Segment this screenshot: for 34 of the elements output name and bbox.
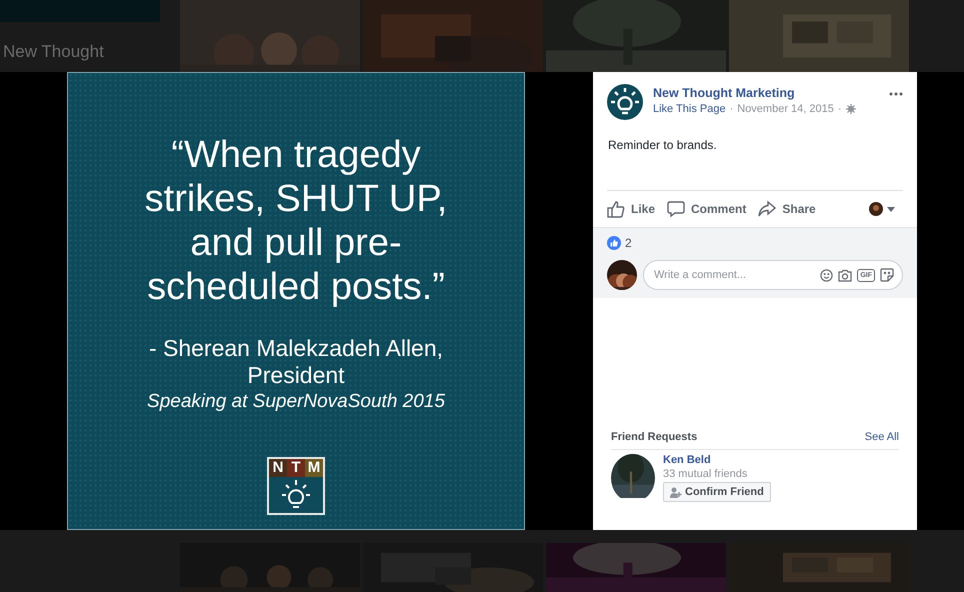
lightbulb-icon <box>279 479 313 511</box>
share-button[interactable]: Share <box>758 200 816 218</box>
like-reaction-icon[interactable] <box>607 236 621 250</box>
like-page-link[interactable]: Like This Page <box>653 103 726 115</box>
speech-bubble-icon <box>667 200 686 218</box>
see-all-link[interactable]: See All <box>864 431 899 443</box>
sticker-icon[interactable] <box>880 268 894 282</box>
separator-dot: · <box>730 103 734 115</box>
caret-icon[interactable] <box>887 206 895 212</box>
add-person-icon <box>670 486 682 498</box>
friend-name-link[interactable]: Ken Beld <box>663 454 711 466</box>
logo-letter: M <box>305 459 323 477</box>
smiley-icon[interactable] <box>820 268 834 282</box>
logo-letter: T <box>287 459 305 477</box>
like-button[interactable]: Like <box>607 200 656 218</box>
reaction-count[interactable]: 2 <box>625 236 632 250</box>
share-arrow-icon <box>758 200 776 218</box>
page-name-link[interactable]: New Thought Marketing <box>653 86 879 100</box>
logo-letter: N <box>269 459 287 477</box>
page-title: New Thought <box>3 42 105 62</box>
comment-button[interactable]: Comment <box>667 200 746 218</box>
attribution-text: - Sherean Malekzadeh Allen, President <box>148 335 444 389</box>
separator-dot: · <box>838 103 842 115</box>
confirm-friend-button[interactable]: Confirm Friend <box>663 482 771 502</box>
lightbulb-avatar-icon[interactable] <box>607 84 643 120</box>
camera-icon[interactable] <box>838 268 852 282</box>
event-text: Speaking at SuperNovaSouth 2015 <box>147 391 445 413</box>
more-options-icon[interactable] <box>889 92 903 96</box>
thumbs-up-icon <box>607 200 625 218</box>
profile-avatar-icon[interactable] <box>869 202 883 216</box>
section-title: Friend Requests <box>611 431 698 443</box>
quote-text: “When tragedy strikes, SHUT UP, and pull pre- scheduled posts.” <box>144 133 448 309</box>
mutual-friends-text: 33 mutual friends <box>663 468 748 480</box>
post-text: Reminder to brands. <box>608 138 718 154</box>
